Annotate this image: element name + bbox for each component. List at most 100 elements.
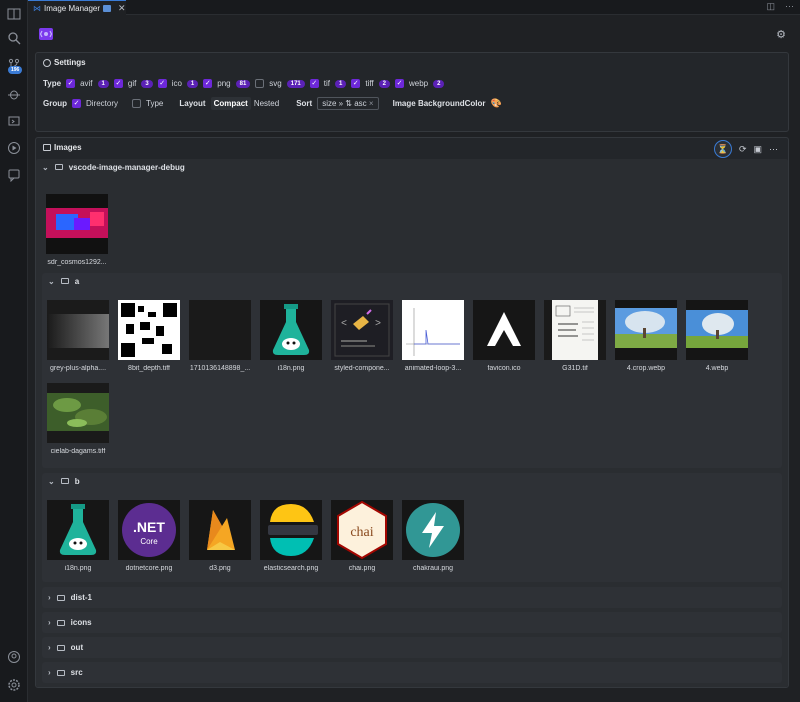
image-thumb[interactable]: 1710136148898_... (189, 300, 251, 372)
manage-gear-icon[interactable] (4, 675, 24, 695)
image-icon (103, 4, 112, 12)
close-icon[interactable]: × (369, 99, 374, 108)
type-tif-checkbox[interactable]: ✓ (309, 79, 319, 88)
run-icon[interactable] (4, 138, 24, 158)
type-ico-checkbox[interactable]: ✓ (157, 79, 167, 88)
thumbnail[interactable] (47, 383, 109, 443)
thumbnail[interactable] (47, 300, 109, 360)
image-thumb[interactable]: grey-plus-alpha.... (47, 300, 109, 372)
chevron-right-icon[interactable]: › (48, 593, 51, 602)
type-count-badge: 1 (97, 79, 109, 88)
thumbnail[interactable] (615, 300, 677, 360)
folder-icon (60, 278, 69, 284)
settings-panel: Settings Type ✓ avif 1 ✓ gif 3 ✓ ico 1 ✓ png 81 … (35, 52, 789, 132)
thumbnail[interactable] (260, 500, 322, 560)
type-webp-checkbox[interactable]: ✓ (395, 79, 404, 88)
thumbnail[interactable] (473, 300, 535, 360)
thumbnail[interactable] (402, 500, 464, 560)
chevron-right-icon[interactable]: › (48, 618, 51, 627)
type-count-badge: 81 (235, 79, 251, 88)
thumbnail[interactable] (189, 500, 251, 560)
image-thumb[interactable]: chakraui.png (402, 500, 464, 572)
image-name: G31D.tif (562, 365, 588, 372)
folder-header-root[interactable]: ⌄ vscode-image-manager-debug (36, 159, 788, 175)
image-thumb[interactable]: favicon.ico (473, 300, 535, 372)
folder-out[interactable]: › out (42, 637, 782, 658)
explorer-icon[interactable] (4, 4, 24, 24)
layout-compact-option[interactable]: Compact (210, 97, 251, 110)
search-icon[interactable] (4, 28, 24, 48)
folder-icons[interactable]: › icons (42, 612, 782, 633)
layout-nested-option[interactable]: Nested (251, 97, 282, 110)
layout-segmented-control: Compact Nested (210, 97, 283, 110)
folder-dist-1[interactable]: › dist-1 (42, 587, 782, 608)
palette-icon[interactable]: 🎨 (491, 98, 502, 109)
sort-value: size » ⇅ asc (322, 99, 367, 108)
image-thumb[interactable]: sdr_cosmos1292... (46, 194, 108, 266)
chevron-down-icon[interactable]: ⌄ (48, 277, 55, 286)
debug-icon[interactable] (4, 84, 24, 104)
thumbnail[interactable]: .NET Core (118, 500, 180, 560)
image-thumb[interactable]: 4.webp (686, 300, 748, 372)
type-png-label: png (217, 79, 231, 88)
image-thumb[interactable]: 8bit_depth.tiff (118, 300, 180, 372)
thumbnail[interactable] (189, 300, 251, 360)
image-name: 1710136148898_... (189, 365, 251, 372)
refresh-icon[interactable]: ⟳ (739, 144, 747, 155)
thumbnail[interactable]: chai (331, 500, 393, 560)
more-actions-icon[interactable]: ⋯ (785, 1, 794, 12)
thumbnail[interactable] (260, 300, 322, 360)
image-thumb[interactable]: .NET Core dotnetcore.png (118, 500, 180, 572)
chevron-right-icon[interactable]: › (48, 643, 51, 652)
image-manager-logo-icon (39, 28, 53, 40)
type-avif-checkbox[interactable]: ✓ (66, 79, 76, 88)
type-png-checkbox[interactable]: ✓ (203, 79, 213, 88)
folder-header-a[interactable]: ⌄ a (42, 273, 782, 289)
split-editor-icon[interactable]: ◫ (766, 1, 775, 12)
thumbnail[interactable]: < > (331, 300, 393, 360)
sort-select[interactable]: size » ⇅ asc × (317, 97, 379, 110)
type-svg-checkbox[interactable] (255, 79, 265, 88)
tab-image-manager[interactable]: ⋈ Image Manager ✕ (28, 0, 126, 15)
image-thumb[interactable]: elasticsearch.png (260, 500, 322, 572)
folder-name: out (70, 643, 84, 652)
folder-src[interactable]: › src (42, 662, 782, 683)
remote-explorer-icon[interactable] (4, 111, 24, 131)
thumbnail[interactable] (46, 194, 108, 254)
thumbnail[interactable] (47, 500, 109, 560)
account-icon[interactable] (4, 647, 24, 667)
close-icon[interactable]: ✕ (118, 3, 126, 14)
chat-icon[interactable] (4, 165, 24, 185)
image-thumb[interactable]: animated-loop-3... (402, 300, 464, 372)
thumbnail[interactable] (402, 300, 464, 360)
image-thumb[interactable]: i18n.png (260, 300, 322, 372)
vscode-icon: ⋈ (33, 3, 41, 13)
image-name: animated-loop-3... (404, 365, 462, 372)
folder-header-b[interactable]: ⌄ b (42, 473, 782, 489)
image-thumb[interactable]: G31D.tif (544, 300, 606, 372)
chevron-right-icon[interactable]: › (48, 668, 51, 677)
type-tiff-checkbox[interactable]: ✓ (351, 79, 361, 88)
image-name: chai.png (348, 565, 376, 572)
image-thumb[interactable]: chai chai.png (331, 500, 393, 572)
thumbnail[interactable] (544, 300, 606, 360)
image-thumb[interactable]: cielab-dagams.tiff (47, 383, 109, 455)
group-directory-checkbox[interactable]: ✓ (72, 99, 81, 108)
gear-icon[interactable]: ⚙ (776, 28, 786, 41)
image-thumb[interactable]: i18n.png (47, 500, 109, 572)
image-thumb[interactable]: 4.crop.webp (615, 300, 677, 372)
folder-icon (56, 619, 65, 626)
image-thumb[interactable]: < > styled-compone... (331, 300, 393, 372)
thumbnail[interactable] (686, 300, 748, 360)
filter-icon[interactable]: ⏳ (713, 140, 732, 158)
group-label: Group (43, 99, 67, 108)
type-gif-checkbox[interactable]: ✓ (113, 79, 123, 88)
chevron-down-icon[interactable]: ⌄ (42, 163, 49, 172)
chevron-down-icon[interactable]: ⌄ (48, 477, 55, 486)
image-thumb[interactable]: d3.png (189, 500, 251, 572)
group-type-checkbox[interactable] (132, 99, 142, 108)
thumbnail[interactable] (118, 300, 180, 360)
folder-b: ⌄ b i18n.png .NET Core dotnetcore.png d3.p… (42, 473, 782, 582)
more-icon[interactable]: ⋯ (769, 144, 778, 155)
save-icon[interactable]: ▣ (753, 144, 762, 155)
